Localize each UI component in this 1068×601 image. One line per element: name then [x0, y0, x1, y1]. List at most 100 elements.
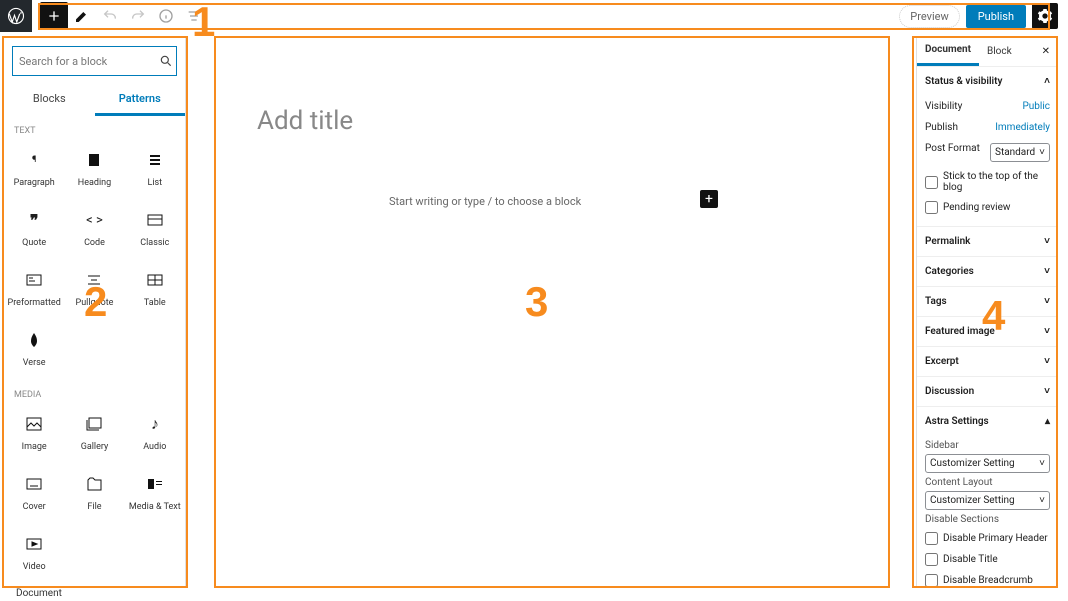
search-icon: [159, 54, 173, 68]
block-image[interactable]: Image: [4, 404, 64, 464]
chevron-up-icon: ˄: [1044, 76, 1050, 87]
post-format-select[interactable]: Standard˅: [990, 143, 1050, 162]
disable-breadcrumb[interactable]: [925, 574, 938, 586]
category-text: TEXT: [4, 116, 185, 140]
sidebar-select[interactable]: Customizer Setting˅: [925, 454, 1050, 473]
preview-label: Preview: [910, 10, 948, 23]
disable-sections-label: Disable Sections: [925, 514, 1050, 525]
block-quote[interactable]: ❞Quote: [4, 200, 64, 260]
file-icon: [84, 474, 104, 494]
tab-patterns[interactable]: Patterns: [95, 84, 186, 116]
chevron-up-icon: ▴: [1045, 416, 1050, 427]
block-audio[interactable]: ♪Audio: [125, 404, 185, 464]
search-input-wrapper[interactable]: [12, 46, 177, 76]
block-table[interactable]: Table: [125, 260, 185, 320]
stick-checkbox[interactable]: [925, 176, 938, 189]
chevron-down-icon: ˅: [1039, 458, 1045, 469]
classic-icon: [145, 210, 165, 230]
block-list[interactable]: List: [125, 140, 185, 200]
editor-toolbar: Preview Publish: [0, 0, 1068, 32]
category-media: MEDIA: [4, 380, 185, 404]
tab-document[interactable]: Document: [917, 36, 979, 66]
chevron-down-icon: ˅: [1044, 386, 1050, 397]
tab-block-settings[interactable]: Block: [979, 38, 1020, 65]
panel-excerpt[interactable]: Excerpt˅: [917, 347, 1058, 376]
chevron-down-icon: ˅: [1044, 266, 1050, 277]
panel-status[interactable]: Status & visibility˄: [917, 67, 1058, 96]
block-classic[interactable]: Classic: [125, 200, 185, 260]
settings-button[interactable]: [1032, 3, 1058, 29]
block-gallery[interactable]: Gallery: [64, 404, 124, 464]
block-code[interactable]: < >Code: [64, 200, 124, 260]
info-button[interactable]: [152, 2, 180, 30]
panel-discussion[interactable]: Discussion˅: [917, 377, 1058, 406]
block-inserter-panel: Blocks Patterns TEXT ¶Paragraph Heading …: [4, 38, 186, 586]
preformatted-icon: [24, 270, 44, 290]
block-paragraph[interactable]: ¶Paragraph: [4, 140, 64, 200]
visibility-label: Visibility: [925, 101, 962, 112]
panel-tags[interactable]: Tags˅: [917, 287, 1058, 316]
pullquote-icon: [84, 270, 104, 290]
post-format-label: Post Format: [925, 143, 980, 162]
publish-value[interactable]: Immediately: [995, 122, 1050, 133]
redo-button[interactable]: [124, 2, 152, 30]
image-icon: [24, 414, 44, 434]
table-icon: [145, 270, 165, 290]
editor-canvas[interactable]: Add title Start writing or type / to cho…: [215, 38, 888, 587]
publish-label: Publish: [925, 122, 958, 133]
block-heading[interactable]: Heading: [64, 140, 124, 200]
chevron-down-icon: ˅: [1044, 326, 1050, 337]
media-text-icon: [145, 474, 165, 494]
preview-button[interactable]: Preview: [899, 5, 959, 28]
visibility-value[interactable]: Public: [1022, 101, 1050, 112]
audio-icon: ♪: [145, 414, 165, 434]
cover-icon: [24, 474, 44, 494]
block-verse[interactable]: Verse: [4, 320, 64, 380]
add-block-button[interactable]: [40, 2, 68, 30]
heading-icon: [84, 150, 104, 170]
close-settings-button[interactable]: ✕: [1034, 46, 1058, 57]
block-file[interactable]: File: [64, 464, 124, 524]
code-icon: < >: [84, 210, 104, 230]
pending-checkbox[interactable]: [925, 201, 938, 214]
paragraph-icon: ¶: [24, 150, 44, 170]
quote-icon: ❞: [24, 210, 44, 230]
chevron-down-icon: ˅: [1039, 147, 1045, 158]
panel-categories[interactable]: Categories˅: [917, 257, 1058, 286]
tab-blocks[interactable]: Blocks: [4, 84, 95, 116]
chevron-down-icon: ˅: [1044, 356, 1050, 367]
undo-button[interactable]: [96, 2, 124, 30]
list-icon: [145, 150, 165, 170]
panel-featured[interactable]: Featured image˅: [917, 317, 1058, 346]
sidebar-select-label: Sidebar: [925, 440, 1050, 451]
disable-title[interactable]: [925, 553, 938, 566]
video-icon: [24, 534, 44, 554]
search-input[interactable]: [19, 55, 159, 68]
block-cover[interactable]: Cover: [4, 464, 64, 524]
settings-sidebar: Document Block ✕ Status & visibility˄ Vi…: [916, 36, 1058, 586]
panel-permalink[interactable]: Permalink˅: [917, 227, 1058, 256]
disable-primary-header[interactable]: [925, 532, 938, 545]
block-preformatted[interactable]: Preformatted: [4, 260, 64, 320]
chevron-down-icon: ˅: [1039, 495, 1045, 506]
default-block-prompt[interactable]: Start writing or type / to choose a bloc…: [389, 195, 581, 208]
inline-add-block-button[interactable]: +: [700, 190, 718, 208]
chevron-down-icon: ˅: [1044, 236, 1050, 247]
verse-icon: [24, 330, 44, 350]
block-video[interactable]: Video: [4, 524, 64, 584]
content-layout-label: Content Layout: [925, 477, 1050, 488]
publish-label: Publish: [978, 10, 1014, 23]
gallery-icon: [84, 414, 104, 434]
outline-button[interactable]: [180, 2, 208, 30]
edit-mode-button[interactable]: [68, 2, 96, 30]
document-status: Document: [16, 588, 62, 599]
panel-astra[interactable]: Astra Settings▴: [917, 407, 1058, 436]
content-layout-select[interactable]: Customizer Setting˅: [925, 491, 1050, 510]
publish-button[interactable]: Publish: [966, 5, 1026, 28]
chevron-down-icon: ˅: [1044, 296, 1050, 307]
post-title-input[interactable]: Add title: [257, 106, 353, 136]
category-design: DESIGN: [4, 584, 185, 586]
wp-logo[interactable]: [0, 0, 32, 32]
block-media-text[interactable]: Media & Text: [125, 464, 185, 524]
block-pullquote[interactable]: Pullquote: [64, 260, 124, 320]
